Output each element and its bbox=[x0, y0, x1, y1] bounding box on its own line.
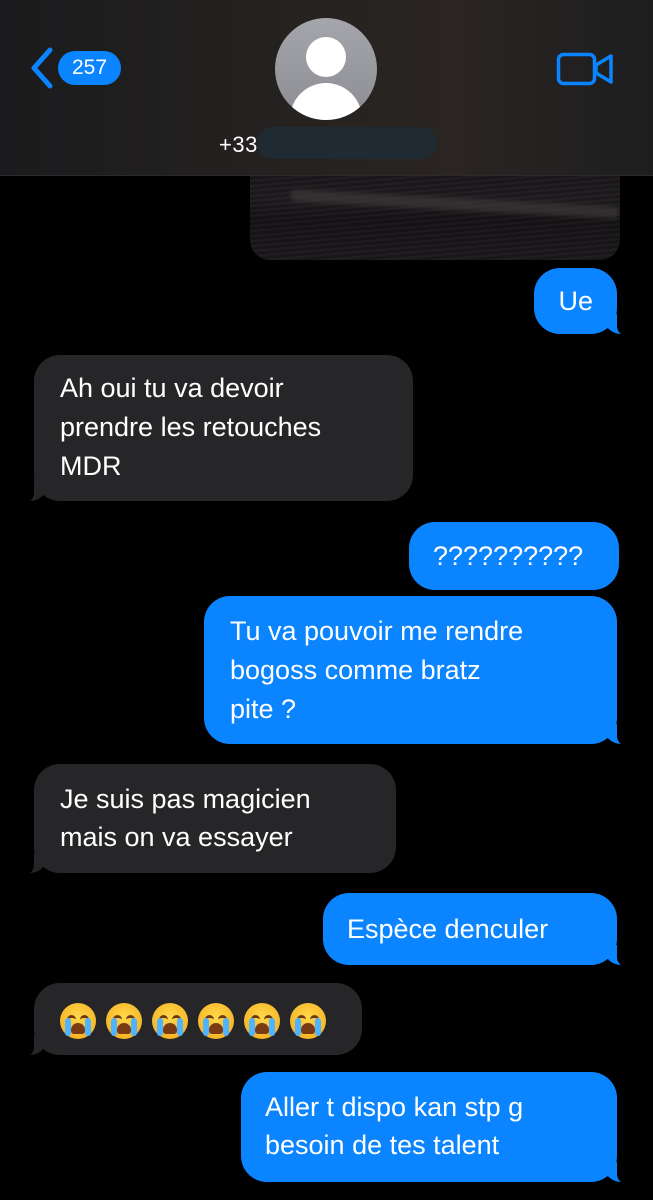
outgoing-message[interactable]: Ue bbox=[534, 268, 637, 336]
message-line: Je suis pas magicien bbox=[60, 784, 311, 814]
outgoing-message[interactable]: Tu va pouvoir me rendre bogoss comme bra… bbox=[204, 596, 637, 746]
message-line: Ah oui tu va devoir bbox=[60, 373, 284, 403]
loudly-crying-face-icon bbox=[106, 1002, 142, 1039]
message-line: Aller t dispo kan stp g bbox=[265, 1092, 524, 1122]
outgoing-message[interactable]: Aller t dispo kan stp g besoin de tes ta… bbox=[241, 1072, 637, 1184]
loudly-crying-face-icon bbox=[198, 1002, 234, 1039]
loudly-crying-face-icon bbox=[244, 1002, 280, 1039]
facetime-video-button[interactable] bbox=[556, 50, 614, 93]
incoming-message[interactable]: Je suis pas magicien mais on va essayer bbox=[14, 764, 396, 875]
avatar-head bbox=[306, 37, 346, 77]
loudly-crying-face-icon bbox=[60, 1002, 96, 1039]
incoming-message[interactable]: Ah oui tu va devoir prendre les retouche… bbox=[14, 355, 413, 503]
incoming-emoji-message[interactable] bbox=[14, 983, 362, 1057]
message-text: ?????????? bbox=[433, 541, 584, 571]
back-button[interactable]: 257 bbox=[28, 46, 122, 90]
message-line: Tu va pouvoir me rendre bbox=[230, 616, 524, 646]
message-line: bogoss comme bratz bbox=[230, 655, 481, 685]
conversation-header: 257 +33 bbox=[0, 0, 653, 176]
loudly-crying-face-icon bbox=[152, 1002, 188, 1039]
message-line: MDR bbox=[60, 451, 122, 481]
message-line: prendre les retouches bbox=[60, 412, 322, 442]
redacted-number-overlay bbox=[257, 127, 437, 159]
message-line: mais on va essayer bbox=[60, 822, 293, 852]
contact-avatar[interactable] bbox=[275, 18, 377, 120]
loudly-crying-face-icon bbox=[290, 1002, 326, 1039]
chevron-left-icon bbox=[31, 47, 53, 89]
message-line: pite ? bbox=[230, 694, 297, 724]
unread-count-badge: 257 bbox=[58, 51, 122, 85]
outgoing-message[interactable]: ?????????? bbox=[409, 522, 619, 590]
message-text: Ue bbox=[558, 286, 593, 316]
image-content bbox=[289, 189, 620, 219]
contact-phone-number[interactable]: +33 bbox=[219, 132, 258, 158]
message-text: Espèce denculer bbox=[347, 914, 549, 944]
message-line: besoin de tes talent bbox=[265, 1130, 500, 1160]
video-camera-icon bbox=[556, 52, 613, 86]
outgoing-message[interactable]: Espèce denculer bbox=[323, 893, 637, 967]
avatar-body bbox=[290, 83, 362, 120]
